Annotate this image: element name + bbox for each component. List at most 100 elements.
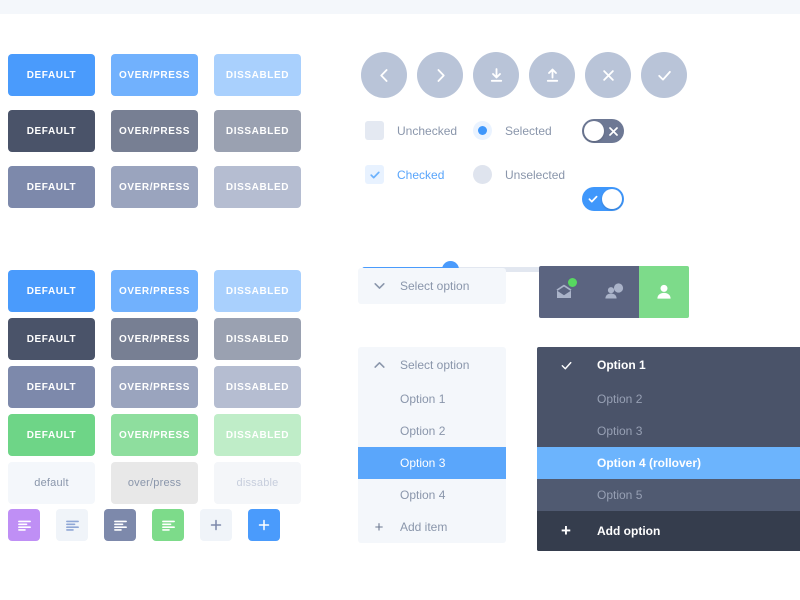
button-slate-dissabled[interactable]: DISSABLED — [214, 318, 301, 360]
notification-badge — [568, 278, 577, 287]
select-option-2[interactable]: Option 2 — [358, 415, 506, 447]
top-band — [0, 0, 800, 14]
dark-select-add-option[interactable]: + Add option — [537, 511, 800, 551]
button-slate-over-press[interactable]: OVER/PRESS — [111, 318, 198, 360]
radio-dot — [478, 126, 487, 135]
button-blue-dissabled[interactable]: DISSABLED — [214, 54, 301, 96]
dark-select-option-4[interactable]: Option 4 (rollover) — [537, 447, 800, 479]
tab-contacts[interactable] — [589, 266, 639, 318]
check-icon — [583, 187, 603, 211]
select-header[interactable]: Select option — [358, 347, 506, 383]
dark-select-option-label: Option 4 (rollover) — [597, 456, 702, 470]
button-row-periwinkle: DEFAULT OVER/PRESS DISSABLED — [8, 366, 301, 408]
circle-button-row — [361, 52, 687, 98]
dark-select-option-1[interactable]: Option 1 — [537, 347, 800, 383]
checkbox-checked[interactable]: Checked — [365, 165, 444, 184]
button-periwinkle-over-press[interactable]: OVER/PRESS — [111, 366, 198, 408]
button-row-periwinkle: DEFAULT OVER/PRESS DISSABLED — [8, 166, 301, 208]
forward-button[interactable] — [417, 52, 463, 98]
dark-select-option-5[interactable]: Option 5 — [537, 479, 800, 511]
button-green-dissabled[interactable]: DISSABLED — [214, 414, 301, 456]
button-blue-default[interactable]: DEFAULT — [8, 54, 95, 96]
confirm-button[interactable] — [641, 52, 687, 98]
icon-button-plus-5[interactable] — [248, 509, 280, 541]
select-option-1[interactable]: Option 1 — [358, 383, 506, 415]
select-label: Select option — [400, 279, 470, 293]
icon-button-align-left-0[interactable] — [8, 509, 40, 541]
radio-unselected[interactable]: Unselected — [473, 165, 565, 184]
select-option-4[interactable]: Option 4 — [358, 479, 506, 511]
button-slate-default[interactable]: DEFAULT — [8, 110, 95, 152]
close-icon — [603, 119, 623, 143]
button-blue-dissabled[interactable]: DISSABLED — [214, 270, 301, 312]
check-icon — [555, 358, 577, 373]
button-slate-default[interactable]: DEFAULT — [8, 318, 95, 360]
button-row-slate: DEFAULT OVER/PRESS DISSABLED — [8, 110, 301, 152]
button-row-ghost: default over/press dissable — [8, 462, 301, 504]
select-expanded[interactable]: Select option Option 1 Option 2 Option 3 Op… — [358, 347, 506, 543]
button-periwinkle-dissabled[interactable]: DISSABLED — [214, 366, 301, 408]
checkbox-box[interactable] — [365, 165, 384, 184]
tab-mail[interactable] — [539, 266, 589, 318]
button-periwinkle-over-press[interactable]: OVER/PRESS — [111, 166, 198, 208]
toggle-off[interactable] — [582, 119, 624, 143]
toggle-knob — [602, 189, 622, 209]
icon-button-align-left-1[interactable] — [56, 509, 88, 541]
toggle-knob — [584, 121, 604, 141]
button-slate-dissabled[interactable]: DISSABLED — [214, 110, 301, 152]
button-green-over-press[interactable]: OVER/PRESS — [111, 414, 198, 456]
chevron-down-icon — [371, 282, 387, 290]
ui-kit-canvas: DEFAULT OVER/PRESS DISSABLED DEFAULT OVER/PR… — [0, 0, 800, 600]
button-periwinkle-default[interactable]: DEFAULT — [8, 366, 95, 408]
select-label: Select option — [400, 358, 470, 372]
select-option-3[interactable]: Option 3 — [358, 447, 506, 479]
tab-person[interactable] — [639, 266, 689, 318]
select-header[interactable]: Select option — [358, 268, 506, 304]
button-row-green: DEFAULT OVER/PRESS DISSABLED — [8, 414, 301, 456]
button-blue-over-press[interactable]: OVER/PRESS — [111, 54, 198, 96]
plus-icon: + — [374, 518, 384, 536]
checkbox-label: Checked — [397, 167, 445, 182]
button-periwinkle-default[interactable]: DEFAULT — [8, 166, 95, 208]
upload-icon — [546, 68, 558, 82]
dark-select-option-label: Option 3 — [597, 424, 643, 438]
radio-selected[interactable]: Selected — [473, 121, 552, 140]
icon-button-align-left-2[interactable] — [104, 509, 136, 541]
select-add-item[interactable]: + Add item — [358, 511, 506, 543]
dark-select-option-label: Option 2 — [597, 392, 643, 406]
icon-button-plus-4[interactable] — [200, 509, 232, 541]
check-icon — [369, 171, 380, 178]
upload-button[interactable] — [529, 52, 575, 98]
chevron-left-icon — [379, 68, 387, 82]
button-blue-over-press[interactable]: OVER/PRESS — [111, 270, 198, 312]
checkbox-box[interactable] — [365, 121, 384, 140]
button-blue-default[interactable]: DEFAULT — [8, 270, 95, 312]
button-row-blue: DEFAULT OVER/PRESS DISSABLED — [8, 270, 301, 312]
close-button[interactable] — [585, 52, 631, 98]
align-left-icon — [161, 520, 175, 531]
button-ghost-dissable[interactable]: dissable — [214, 462, 301, 504]
button-ghost-default[interactable]: default — [8, 462, 95, 504]
plus-icon — [210, 519, 222, 531]
dark-select-option-3[interactable]: Option 3 — [537, 415, 800, 447]
contacts-icon — [605, 283, 624, 299]
button-green-default[interactable]: DEFAULT — [8, 414, 95, 456]
align-left-icon — [113, 520, 127, 531]
radio-circle[interactable] — [473, 121, 492, 140]
button-grid-secondary: DEFAULT OVER/PRESS DISSABLED DEFAULT OVER/PR… — [8, 270, 301, 510]
dark-select[interactable]: Option 1 Option 2 Option 3 Option 4 (rollov… — [537, 347, 800, 551]
toggle-on[interactable] — [582, 187, 624, 211]
download-button[interactable] — [473, 52, 519, 98]
checkbox-unchecked[interactable]: Unchecked — [365, 121, 457, 140]
back-button[interactable] — [361, 52, 407, 98]
dark-select-option-2[interactable]: Option 2 — [537, 383, 800, 415]
button-grid-primary: DEFAULT OVER/PRESS DISSABLED DEFAULT OVER/PR… — [8, 54, 301, 222]
select-add-label: Add item — [400, 520, 448, 534]
icon-button-row — [8, 509, 280, 541]
button-ghost-over-press[interactable]: over/press — [111, 462, 198, 504]
icon-button-align-left-3[interactable] — [152, 509, 184, 541]
button-slate-over-press[interactable]: OVER/PRESS — [111, 110, 198, 152]
radio-circle[interactable] — [473, 165, 492, 184]
button-periwinkle-dissabled[interactable]: DISSABLED — [214, 166, 301, 208]
select-collapsed[interactable]: Select option — [358, 268, 506, 304]
